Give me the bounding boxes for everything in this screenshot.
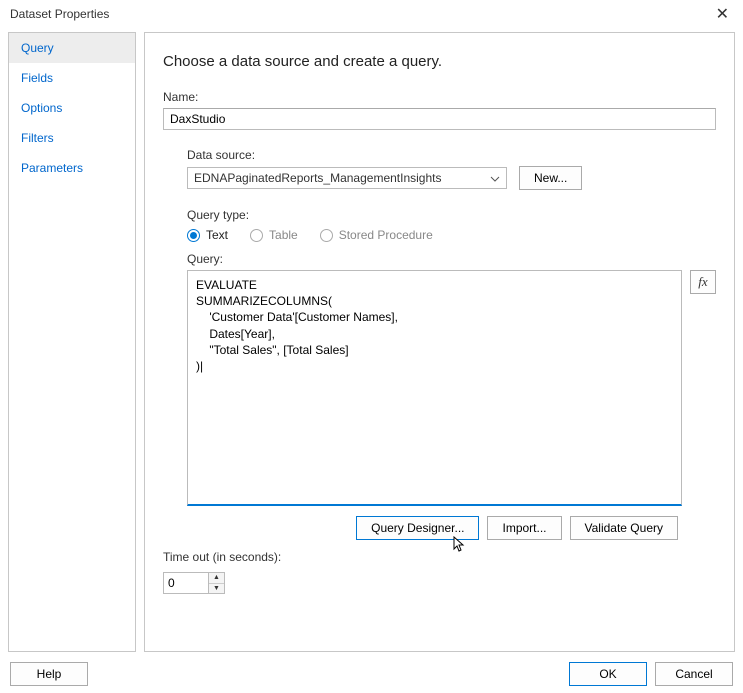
radio-icon <box>250 229 263 242</box>
radio-table[interactable]: Table <box>250 228 298 242</box>
sidebar-item-query[interactable]: Query <box>9 33 135 63</box>
query-buttons-row: Query Designer... Import... Validate Que… <box>187 516 716 540</box>
radio-text[interactable]: Text <box>187 228 228 242</box>
import-button[interactable]: Import... <box>487 516 561 540</box>
window-title: Dataset Properties <box>10 7 109 21</box>
dialog-body: Query Fields Options Filters Parameters … <box>0 28 743 656</box>
sidebar-item-filters[interactable]: Filters <box>9 123 135 153</box>
sidebar-item-parameters[interactable]: Parameters <box>9 153 135 183</box>
querytype-label: Query type: <box>187 208 716 222</box>
radio-icon <box>187 229 200 242</box>
cancel-button[interactable]: Cancel <box>655 662 733 686</box>
titlebar: Dataset Properties ✕ <box>0 0 743 28</box>
ok-button[interactable]: OK <box>569 662 647 686</box>
query-label: Query: <box>187 252 716 266</box>
radio-label: Stored Procedure <box>339 228 433 242</box>
sidebar-item-label: Parameters <box>21 161 83 175</box>
expression-button[interactable]: fx <box>690 270 716 294</box>
sidebar-item-label: Options <box>21 101 62 115</box>
timeout-spinner[interactable]: ▲ ▼ <box>163 572 225 594</box>
datasource-select[interactable]: EDNAPaginatedReports_ManagementInsights <box>187 167 507 189</box>
page-heading: Choose a data source and create a query. <box>163 53 716 70</box>
radio-label: Table <box>269 228 298 242</box>
radio-stored-procedure[interactable]: Stored Procedure <box>320 228 433 242</box>
new-datasource-button[interactable]: New... <box>519 166 582 190</box>
spinner-down-icon[interactable]: ▼ <box>209 584 224 594</box>
timeout-input[interactable] <box>164 573 208 593</box>
radio-label: Text <box>206 228 228 242</box>
sidebar-item-label: Query <box>21 41 54 55</box>
sidebar-item-label: Filters <box>21 131 54 145</box>
dialog-footer: Help OK Cancel <box>0 656 743 692</box>
timeout-label: Time out (in seconds): <box>163 550 716 564</box>
fx-icon: fx <box>698 274 707 290</box>
datasource-label: Data source: <box>187 148 716 162</box>
sidebar-item-label: Fields <box>21 71 53 85</box>
main-panel: Choose a data source and create a query.… <box>144 32 735 652</box>
radio-icon <box>320 229 333 242</box>
name-label: Name: <box>163 90 716 104</box>
spinner-up-icon[interactable]: ▲ <box>209 573 224 584</box>
close-icon[interactable]: ✕ <box>712 4 733 24</box>
validate-query-button[interactable]: Validate Query <box>570 516 679 540</box>
querytype-radios: Text Table Stored Procedure <box>187 228 716 242</box>
sidebar-item-fields[interactable]: Fields <box>9 63 135 93</box>
datasource-value: EDNAPaginatedReports_ManagementInsights <box>194 171 441 185</box>
help-button[interactable]: Help <box>10 662 88 686</box>
sidebar: Query Fields Options Filters Parameters <box>8 32 136 652</box>
chevron-down-icon <box>490 171 500 185</box>
sidebar-item-options[interactable]: Options <box>9 93 135 123</box>
query-textarea[interactable] <box>187 270 682 506</box>
query-designer-button[interactable]: Query Designer... <box>356 516 479 540</box>
name-input[interactable] <box>163 108 716 130</box>
